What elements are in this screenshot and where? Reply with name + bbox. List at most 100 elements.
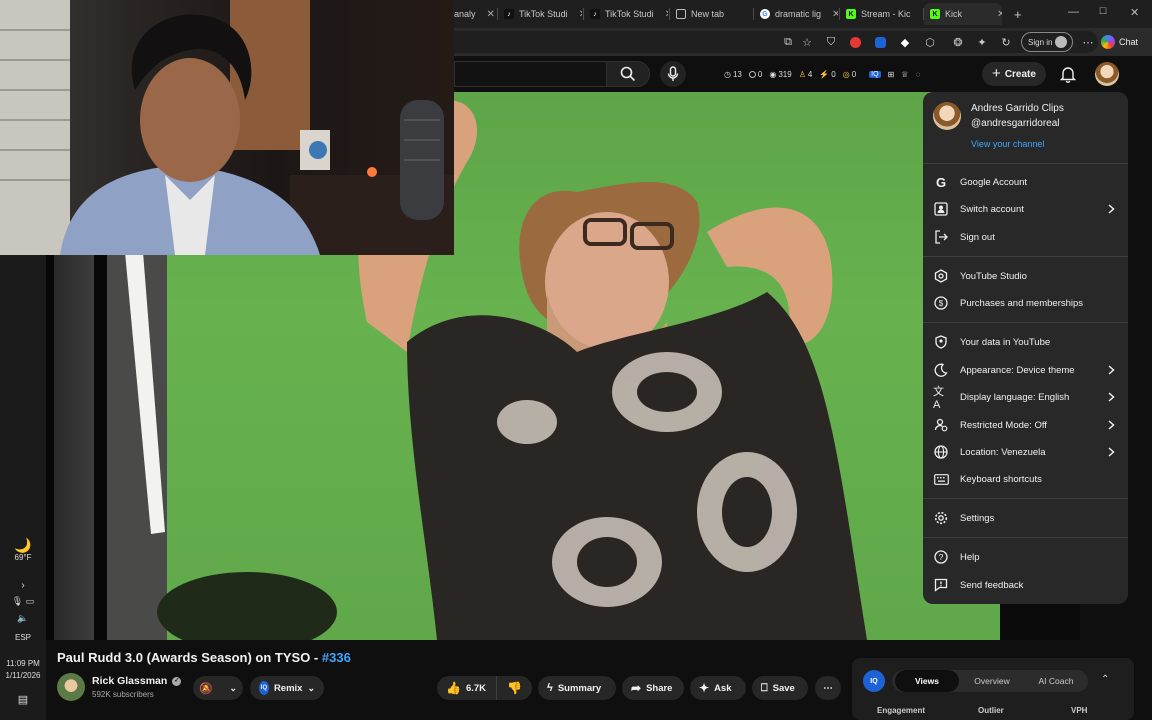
ask-button[interactable]: ✦ Ask: [690, 676, 746, 700]
menu-item-youtube-studio[interactable]: YouTube Studio: [923, 263, 1128, 289]
menu-item-appearance[interactable]: Appearance: Device theme: [923, 357, 1128, 383]
input-language[interactable]: ESP: [0, 633, 46, 642]
like-button[interactable]: 👍 6.7K: [437, 676, 496, 700]
summary-button[interactable]: ϟ Summary: [538, 676, 616, 700]
browser-tab[interactable]: New tab ✕: [670, 3, 752, 25]
remix-button[interactable]: IQ Remix ⌄: [250, 676, 324, 700]
menu-item-purchases[interactable]: $ Purchases and memberships: [923, 290, 1128, 316]
tab-views[interactable]: Views: [895, 670, 959, 692]
browser-tab-active[interactable]: K Kick ✕: [924, 3, 1002, 25]
account-handle: @andresgarridoreal: [971, 118, 1060, 129]
extension-cube-icon[interactable]: ⬡: [922, 34, 938, 50]
account-name: Andres Garrido Clips: [971, 103, 1064, 114]
close-tab-icon[interactable]: ✕: [997, 9, 1002, 20]
account-avatar-button[interactable]: [1095, 62, 1119, 86]
tab-ai-coach[interactable]: AI Coach: [1025, 670, 1087, 692]
search-button[interactable]: [606, 61, 650, 87]
tray-expand-icon[interactable]: ›: [0, 580, 46, 591]
create-button[interactable]: + Create: [982, 62, 1046, 86]
new-tab-button[interactable]: +: [1008, 3, 1028, 25]
translate-icon: 文A: [933, 386, 944, 411]
svg-text:$: $: [939, 299, 944, 308]
more-actions-button[interactable]: ⋯: [815, 676, 841, 700]
subscriber-count: 592K subscribers: [92, 690, 154, 699]
close-tab-icon[interactable]: ✕: [751, 9, 752, 20]
menu-item-settings[interactable]: Settings: [923, 505, 1128, 531]
clock-date[interactable]: 1/11/2026: [0, 671, 46, 680]
tab-overview[interactable]: Overview: [962, 670, 1022, 692]
menu-item-location[interactable]: Location: Venezuela: [923, 439, 1128, 465]
browser-tab[interactable]: ♪ TikTok Studi ✕: [498, 3, 582, 25]
clock-icon: ◷: [724, 69, 731, 79]
extension-diamond-icon[interactable]: ◆: [897, 34, 913, 50]
trophy-icon[interactable]: ♕: [901, 70, 908, 79]
tab-label: dramatic lig: [775, 9, 822, 19]
dislike-button[interactable]: 👎: [496, 676, 532, 700]
extension-red-icon[interactable]: [847, 34, 863, 50]
address-bar[interactable]: [400, 31, 1098, 53]
menu-item-sign-out[interactable]: Sign out: [923, 224, 1128, 250]
chevron-up-icon[interactable]: ⌃: [1101, 674, 1109, 685]
weather-temperature[interactable]: 69°F: [0, 553, 46, 562]
maximize-icon[interactable]: ☐: [1099, 6, 1107, 17]
mic-tray-icon[interactable]: 🎙 ▭: [0, 596, 46, 607]
extensions-puzzle-icon[interactable]: ✦: [974, 34, 990, 50]
share-button[interactable]: ➦ Share: [622, 676, 684, 700]
bookmark-star-icon[interactable]: ☆: [799, 34, 815, 50]
save-button[interactable]: ⎕ Save: [752, 676, 808, 700]
weather-icon[interactable]: 🌙: [0, 537, 46, 554]
notification-center-icon[interactable]: ▤: [0, 693, 46, 706]
grid-icon[interactable]: ⊞: [888, 70, 895, 79]
plus-icon: +: [992, 65, 1001, 82]
menu-item-google-account[interactable]: G Google Account: [923, 169, 1128, 195]
close-tab-icon[interactable]: ✕: [665, 9, 668, 20]
channel-avatar[interactable]: [57, 673, 85, 701]
close-window-icon[interactable]: ✕: [1130, 6, 1139, 19]
chat-bubble-icon[interactable]: ◌: [915, 70, 920, 79]
notifications-button[interactable]: [1058, 64, 1078, 84]
close-tab-icon[interactable]: ✕: [487, 9, 495, 20]
tab-label: New tab: [691, 9, 725, 19]
chat-button[interactable]: Chat: [1101, 32, 1149, 52]
view-channel-link[interactable]: View your channel: [971, 139, 1044, 149]
channel-name[interactable]: Rick Glassman ✓: [92, 675, 182, 687]
close-tab-icon[interactable]: ✕: [832, 9, 838, 20]
vidiq-badge[interactable]: IQ: [863, 670, 885, 692]
search-input[interactable]: [454, 61, 606, 87]
voice-search-button[interactable]: [660, 61, 686, 87]
browser-tab[interactable]: analy ✕: [448, 3, 496, 25]
minimize-icon[interactable]: —: [1068, 6, 1079, 18]
subscribed-notifications-button[interactable]: 🔕 ⌄: [193, 676, 243, 700]
extension-fox-icon[interactable]: ❂: [950, 34, 966, 50]
browser-tab[interactable]: K Stream - Kic✕: [840, 3, 922, 25]
menu-item-keyboard-shortcuts[interactable]: Keyboard shortcuts: [923, 466, 1128, 492]
sign-out-icon: [933, 229, 949, 245]
close-tab-icon[interactable]: ✕: [579, 9, 582, 20]
browser-tab[interactable]: ♪ TikTok Studi ✕: [584, 3, 668, 25]
more-menu-icon[interactable]: ⋯: [1080, 34, 1096, 50]
moon-icon: [933, 362, 949, 378]
history-icon[interactable]: ↻: [998, 34, 1014, 50]
menu-item-restricted-mode[interactable]: Restricted Mode: Off: [923, 412, 1128, 438]
menu-divider: [923, 537, 1128, 538]
install-app-icon[interactable]: ⧉: [780, 34, 796, 50]
sign-in-button[interactable]: Sign in: [1021, 32, 1073, 52]
bookmark-icon: ⎕: [761, 681, 768, 694]
menu-item-send-feedback[interactable]: Send feedback: [923, 572, 1128, 598]
menu-item-help[interactable]: ? Help: [923, 544, 1128, 570]
chevron-right-icon: [1106, 420, 1116, 430]
browser-tab[interactable]: G dramatic lig ✕: [754, 3, 838, 25]
menu-item-your-data[interactable]: Your data in YouTube: [923, 329, 1128, 355]
menu-divider: [923, 163, 1128, 164]
menu-item-switch-account[interactable]: Switch account: [923, 196, 1128, 222]
hashtag-link[interactable]: #336: [322, 650, 351, 665]
extension-blue-icon[interactable]: [872, 34, 888, 50]
extension-shield-icon[interactable]: ⛉: [823, 34, 839, 50]
vidiq-icon[interactable]: IQ: [869, 70, 881, 78]
chevron-right-icon: [1106, 204, 1116, 214]
speaker-icon[interactable]: 🔈: [0, 613, 46, 624]
search-icon: [620, 66, 636, 82]
video-title: Paul Rudd 3.0 (Awards Season) on TYSO - …: [57, 650, 351, 665]
menu-item-display-language[interactable]: 文A Display language: English: [923, 384, 1128, 411]
clock-time[interactable]: 11:09 PM: [0, 659, 46, 668]
